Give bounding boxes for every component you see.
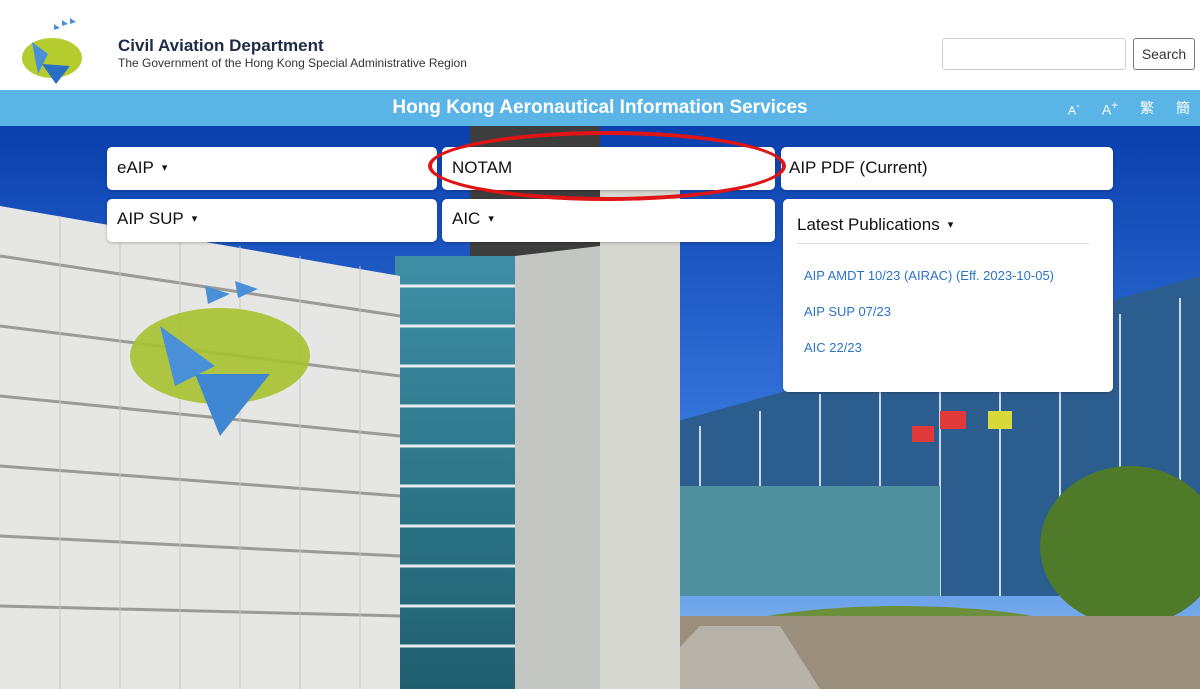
site-header: Civil Aviation Department The Government… <box>0 0 1200 90</box>
org-subtitle: The Government of the Hong Kong Special … <box>118 56 467 70</box>
nav-eaip-label: eAIP <box>117 158 154 177</box>
notam-highlight-circle <box>428 131 786 201</box>
banner-controls: A- A+ 繁 簡 <box>1068 90 1190 126</box>
nav-aip-sup[interactable]: AIP SUP ▾ <box>107 199 437 242</box>
publication-link[interactable]: AIC 22/23 <box>804 340 862 355</box>
nav-aic[interactable]: AIC ▾ <box>442 199 775 242</box>
traditional-chinese-link[interactable]: 繁 <box>1140 98 1154 118</box>
search-input[interactable] <box>942 38 1126 70</box>
caret-down-icon: ▾ <box>191 213 198 225</box>
caret-down-icon: ▾ <box>161 162 168 174</box>
latest-publications-heading: Latest Publications <box>797 215 940 234</box>
org-name-block: Civil Aviation Department The Government… <box>118 36 467 70</box>
search-button[interactable]: Search <box>1133 38 1195 70</box>
nav-aip-pdf-label: AIP PDF (Current) <box>789 158 928 177</box>
title-banner: Hong Kong Aeronautical Information Servi… <box>0 90 1200 126</box>
latest-publications-panel: Latest Publications ▾ AIP AMDT 10/23 (AIR… <box>783 199 1113 392</box>
nav-aip-sup-label: AIP SUP <box>117 209 184 228</box>
font-increase-button[interactable]: A+ <box>1102 99 1118 118</box>
org-title: Civil Aviation Department <box>118 36 324 55</box>
publication-link[interactable]: AIP SUP 07/23 <box>804 304 891 319</box>
caret-down-icon: ▾ <box>488 213 494 225</box>
caret-down-icon: ▾ <box>947 219 954 231</box>
simplified-chinese-link[interactable]: 簡 <box>1176 98 1190 118</box>
cad-logo[interactable] <box>18 14 90 88</box>
publication-link[interactable]: AIP AMDT 10/23 (AIRAC) (Eff. 2023-10-05) <box>804 268 1054 283</box>
nav-aip-pdf[interactable]: AIP PDF (Current) <box>781 147 1113 190</box>
font-decrease-button[interactable]: A- <box>1068 99 1080 118</box>
nav-eaip[interactable]: eAIP ▾ <box>107 147 437 190</box>
nav-aic-label: AIC <box>452 209 481 228</box>
site-title: Hong Kong Aeronautical Information Servi… <box>392 97 808 118</box>
latest-publications-toggle[interactable]: Latest Publications ▾ <box>797 215 1089 244</box>
